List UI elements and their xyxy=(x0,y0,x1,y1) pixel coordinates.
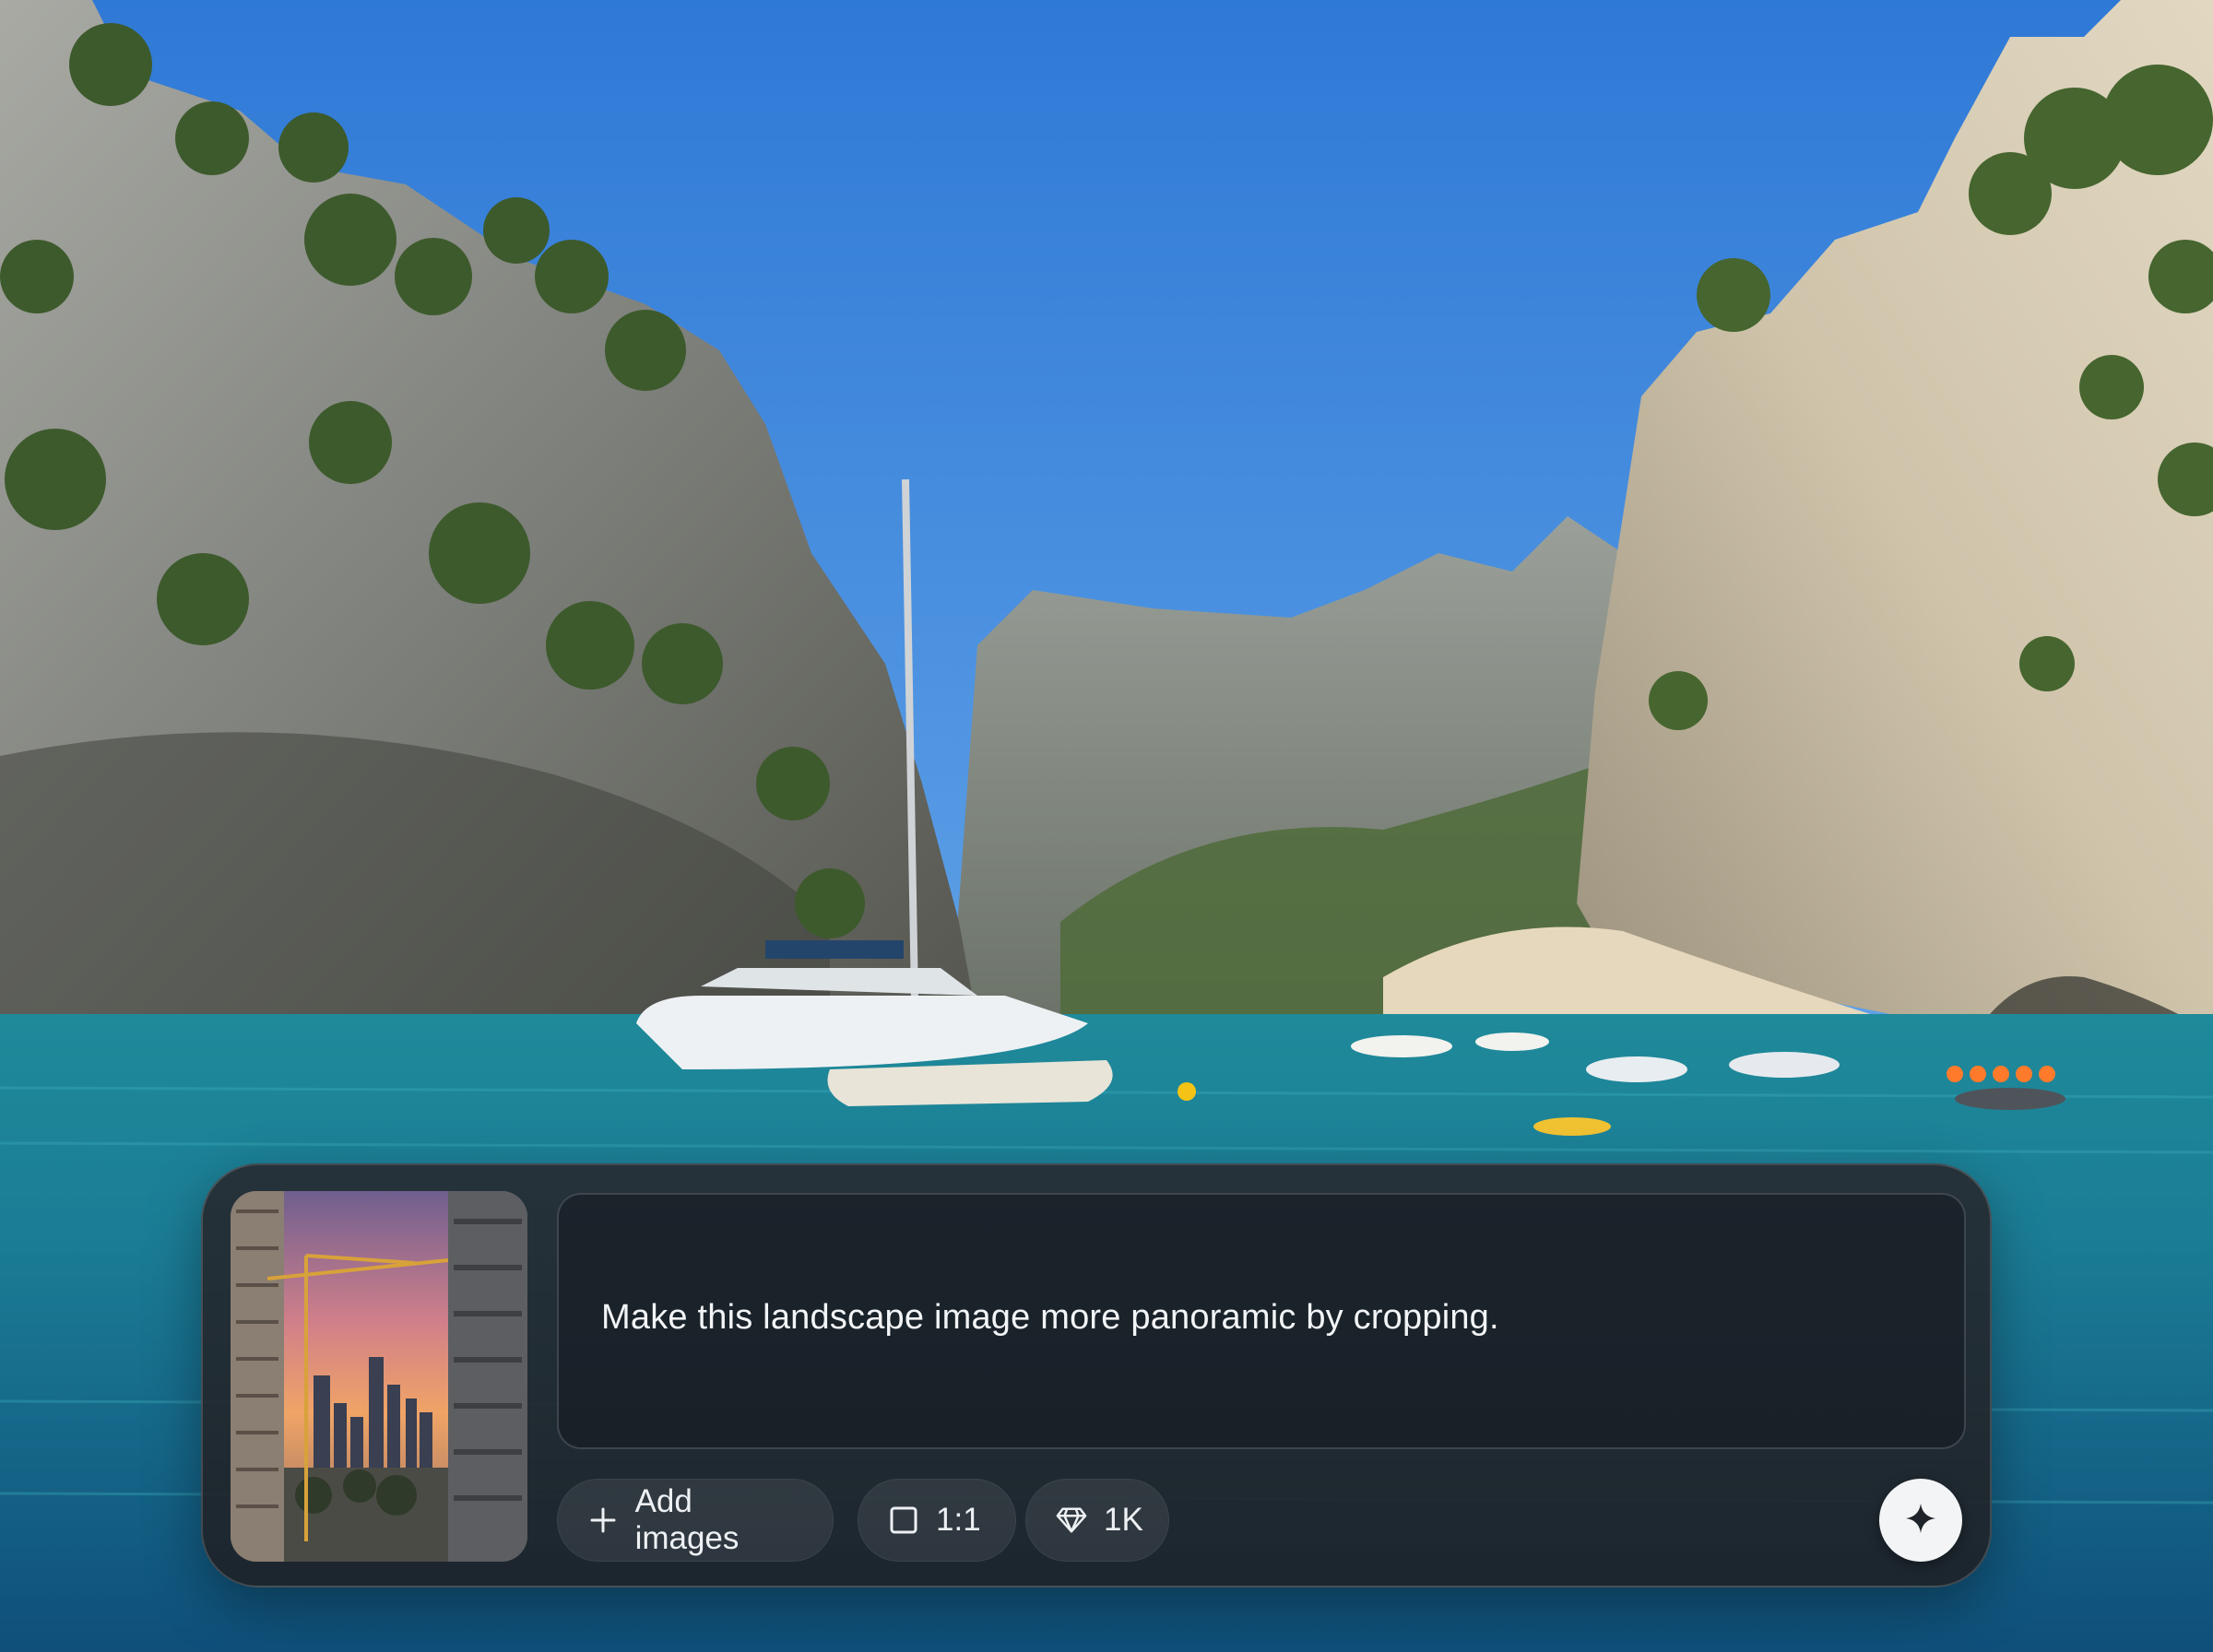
resolution-button[interactable]: 1K xyxy=(1025,1479,1169,1562)
add-images-label: Add images xyxy=(634,1483,740,1556)
prompt-input[interactable]: Make this landscape image more panoramic… xyxy=(557,1193,1966,1449)
diamond-icon xyxy=(1056,1504,1087,1536)
generate-button[interactable] xyxy=(1879,1479,1962,1562)
prompt-text: Make this landscape image more panoramic… xyxy=(601,1298,1499,1337)
square-icon xyxy=(888,1504,919,1536)
add-images-button[interactable]: Add images xyxy=(557,1479,834,1562)
plus-icon xyxy=(587,1504,619,1536)
prompt-composer: Make this landscape image more panoramic… xyxy=(201,1163,1992,1587)
aspect-ratio-button[interactable]: 1:1 xyxy=(858,1479,1016,1562)
sparkle-icon xyxy=(1902,1500,1939,1541)
aspect-ratio-label: 1:1 xyxy=(936,1502,981,1538)
attached-image-thumbnail[interactable] xyxy=(231,1191,527,1562)
resolution-label: 1K xyxy=(1104,1502,1143,1538)
